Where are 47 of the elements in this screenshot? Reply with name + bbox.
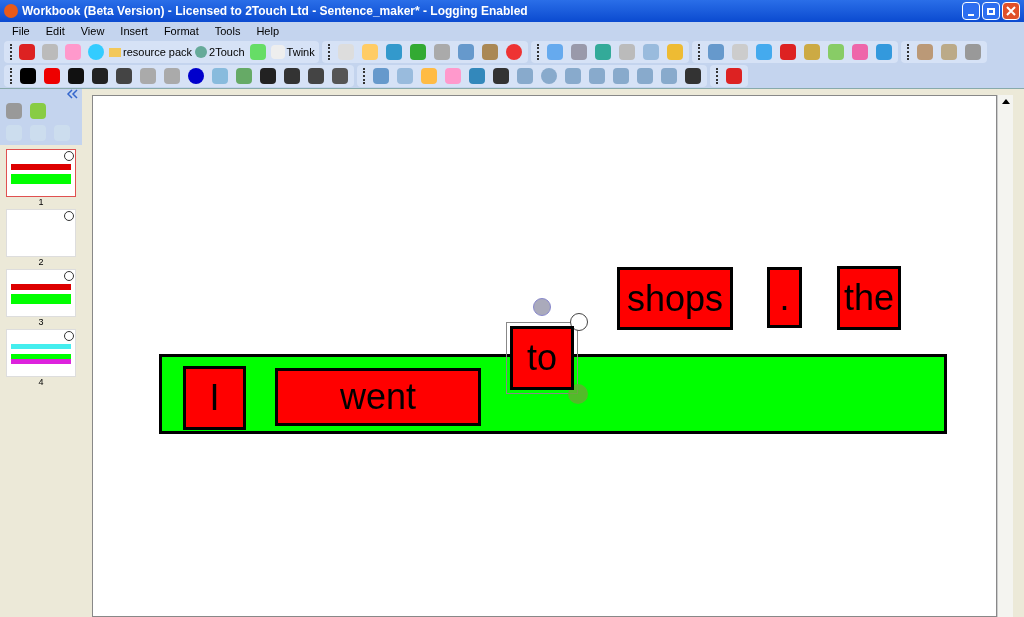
- collapse-icon[interactable]: [66, 89, 78, 99]
- restore-button[interactable]: [982, 2, 1000, 20]
- app-icon: [4, 4, 18, 18]
- thumbnail-drawing: [11, 164, 71, 184]
- toolbar-icon[interactable]: [258, 66, 278, 86]
- toolbar-icon[interactable]: [491, 66, 511, 86]
- thumbnail-drawing: [11, 284, 71, 304]
- toolbar-icon[interactable]: [66, 66, 86, 86]
- folder-icon: [109, 47, 121, 57]
- toolbar-icon[interactable]: [90, 66, 110, 86]
- 2touch-button[interactable]: 2Touch: [195, 43, 245, 61]
- menu-item[interactable]: Help: [256, 22, 280, 40]
- toolbar-icon[interactable]: [282, 66, 302, 86]
- scroll-up-icon[interactable]: [1001, 99, 1010, 104]
- word-card[interactable]: the: [837, 266, 901, 330]
- close-icon: [1006, 6, 1016, 16]
- ribbon-icon: [270, 45, 285, 59]
- minimize-button[interactable]: [962, 2, 980, 20]
- word-card[interactable]: I: [183, 366, 246, 430]
- menu-item[interactable]: Insert: [120, 22, 148, 40]
- globe-icon: [195, 46, 208, 58]
- toolbar-icon[interactable]: [186, 66, 206, 86]
- page-number: 1: [38, 197, 44, 207]
- toolbar-icon[interactable]: [114, 66, 134, 86]
- toolbar-icon[interactable]: [683, 66, 703, 86]
- menu-item[interactable]: Edit: [45, 22, 65, 40]
- thumbnail-drawing: [11, 344, 71, 364]
- menu-item[interactable]: Format: [163, 22, 199, 40]
- twink-button[interactable]: Twink: [270, 43, 315, 61]
- resource-pack-button[interactable]: resource pack: [109, 43, 193, 61]
- page-thumbnail[interactable]: [6, 149, 76, 197]
- page-number: 3: [38, 317, 44, 327]
- scrollbar[interactable]: [997, 95, 1013, 617]
- word-card[interactable]: went: [275, 368, 481, 426]
- word-card[interactable]: shops: [617, 267, 733, 330]
- close-button[interactable]: [1002, 2, 1020, 20]
- word-card[interactable]: .: [767, 267, 802, 328]
- toolbar-icon[interactable]: [18, 66, 38, 86]
- word-card[interactable]: to: [510, 326, 574, 390]
- menu-item[interactable]: Tools: [214, 22, 241, 40]
- page-number: 2: [38, 257, 44, 267]
- toolbar-icon[interactable]: [306, 66, 326, 86]
- menu-item[interactable]: File: [12, 22, 30, 40]
- rotate-handle[interactable]: [533, 298, 551, 316]
- page-number: 4: [38, 377, 44, 387]
- window-title: Workbook (Beta Version) - Licensed to 2Touch Ltd - Sentence_maker* - Logging Enabled: [22, 3, 528, 20]
- menu-item[interactable]: View: [80, 22, 105, 40]
